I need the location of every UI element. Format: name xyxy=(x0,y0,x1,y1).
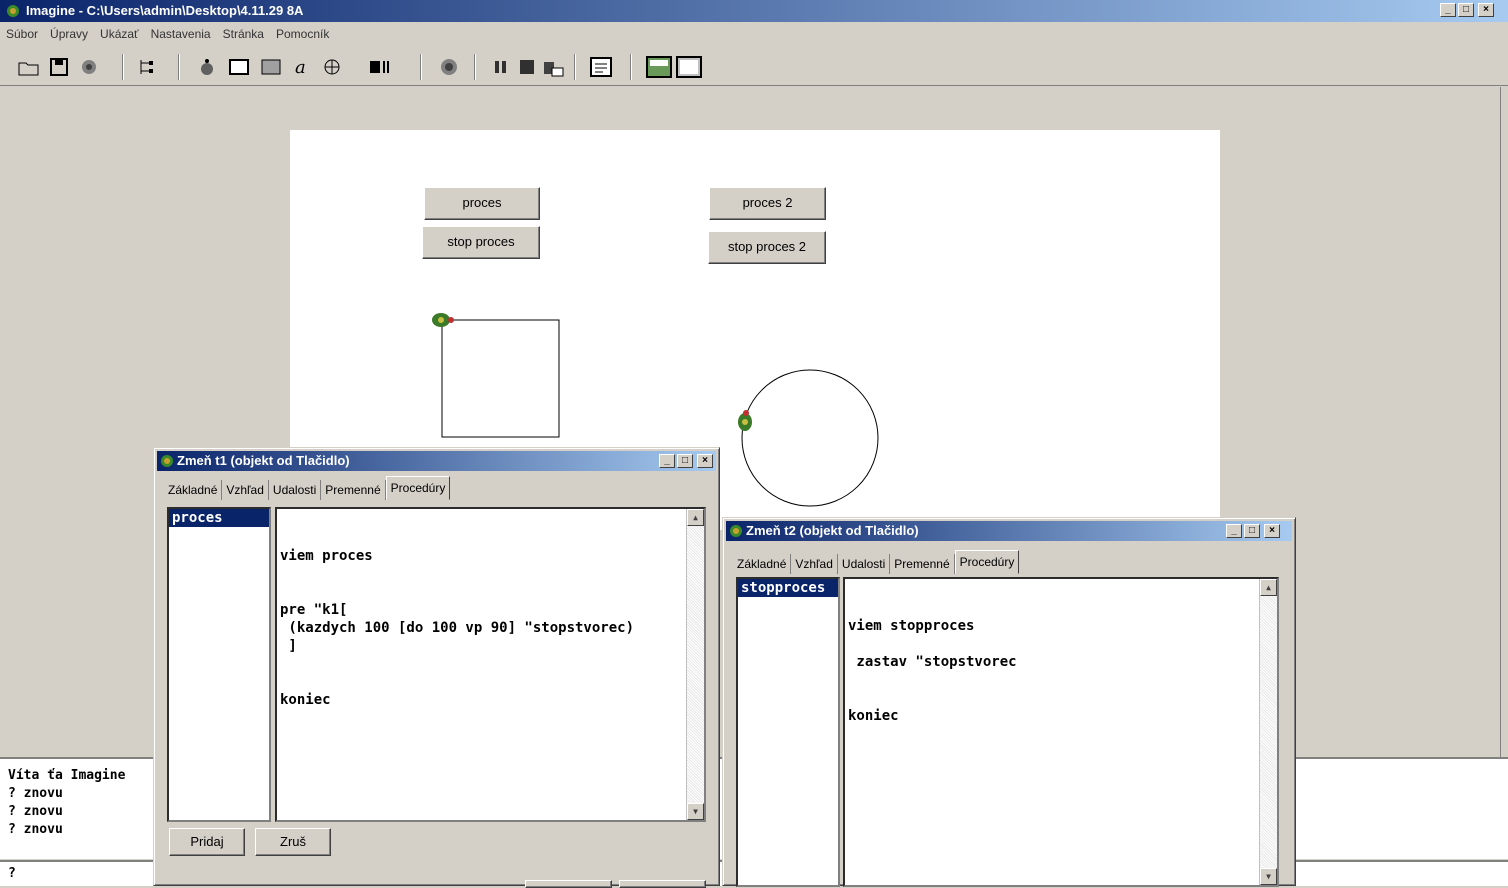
minimize-button[interactable]: _ xyxy=(659,454,675,468)
close-button[interactable]: × xyxy=(1264,524,1280,538)
minimize-button[interactable]: _ xyxy=(1226,524,1242,538)
turtle-icon[interactable] xyxy=(76,54,102,80)
scroll-up-arrow-icon[interactable]: ▲ xyxy=(687,509,704,526)
page-properties-icon[interactable] xyxy=(588,54,614,80)
workspace-scrollbar[interactable] xyxy=(1500,87,1508,757)
toolbar: a xyxy=(0,48,1508,86)
tab-premenne[interactable]: Premenné xyxy=(321,480,386,500)
window-title: Imagine - C:\Users\admin\Desktop\4.11.29… xyxy=(26,3,304,18)
toolbar-separator xyxy=(574,54,576,80)
tab-vzhlad[interactable]: Vzhľad xyxy=(222,480,269,500)
stop-icon[interactable] xyxy=(514,54,540,80)
run-icon[interactable] xyxy=(540,54,566,80)
tree-icon[interactable] xyxy=(134,54,160,80)
menu-stranka[interactable]: Stránka xyxy=(217,24,270,44)
dialog-title-bar: Zmeň t2 (objekt od Tlačidlo) _ □ × xyxy=(726,521,1292,541)
scroll-up-arrow-icon[interactable]: ▲ xyxy=(1260,579,1277,596)
dialog-title-bar: Zmeň t1 (objekt od Tlačidlo) _ □ × xyxy=(157,451,716,471)
procedure-code-editor[interactable]: viem stopproces zastav "stopstvorec koni… xyxy=(843,577,1279,887)
page-view-icon[interactable] xyxy=(676,54,702,80)
procedure-item-stopproces[interactable]: stopproces xyxy=(738,579,838,597)
tab-vzhlad[interactable]: Vzhľad xyxy=(791,554,838,574)
code-scrollbar[interactable]: ▲ ▼ xyxy=(1259,579,1277,885)
layout-view-icon[interactable] xyxy=(646,54,672,80)
media-icon[interactable] xyxy=(366,54,392,80)
new-panel-icon[interactable] xyxy=(258,54,284,80)
dialog-title: Zmeň t2 (objekt od Tlačidlo) xyxy=(746,523,919,538)
procedure-item-proces[interactable]: proces xyxy=(169,509,269,527)
tab-zakladne[interactable]: Základné xyxy=(733,554,792,574)
svg-text:a: a xyxy=(295,57,306,77)
menu-ukazat[interactable]: Ukázať xyxy=(94,24,145,44)
dialog-tabs: Základné Vzhľad Udalosti Premenné Proced… xyxy=(164,476,451,500)
tab-premenne[interactable]: Premenné xyxy=(890,554,955,574)
code-text: viem stopproces zastav "stopstvorec koni… xyxy=(848,618,1017,724)
menu-subor[interactable]: Súbor xyxy=(0,24,44,44)
drawn-square xyxy=(441,319,560,438)
new-turtle-icon[interactable] xyxy=(194,54,220,80)
close-button[interactable]: × xyxy=(697,454,713,468)
toolbar-separator xyxy=(420,54,422,80)
menu-nastavenia[interactable]: Nastavenia xyxy=(145,24,217,44)
add-button[interactable]: Pridaj xyxy=(169,828,245,856)
maximize-button[interactable]: □ xyxy=(1458,3,1474,17)
minimize-button[interactable]: _ xyxy=(1440,3,1456,17)
toolbar-separator xyxy=(630,54,632,80)
scroll-down-arrow-icon[interactable]: ▼ xyxy=(1260,868,1277,885)
procedure-list[interactable]: stopproces xyxy=(736,577,840,887)
cancel-button[interactable]: Zruš xyxy=(255,828,331,856)
toolbar-separator xyxy=(122,54,124,80)
menu-upravy[interactable]: Úpravy xyxy=(44,24,94,44)
toolbar-separator xyxy=(474,54,476,80)
tab-procedury[interactable]: Procedúry xyxy=(954,550,1020,574)
dialog-tabs: Základné Vzhľad Udalosti Premenné Proced… xyxy=(733,550,1020,574)
ok-button[interactable] xyxy=(525,880,612,888)
procedure-code-editor[interactable]: viem proces pre "k1[ (kazdych 100 [do 10… xyxy=(275,507,706,822)
tab-udalosti[interactable]: Udalosti xyxy=(838,554,891,574)
new-button-icon[interactable] xyxy=(226,54,252,80)
code-scrollbar[interactable]: ▲ ▼ xyxy=(686,509,704,820)
drawn-circle xyxy=(741,369,879,507)
tab-zakladne[interactable]: Základné xyxy=(164,480,223,500)
pause-icon[interactable] xyxy=(488,54,514,80)
dialog-title: Zmeň t1 (objekt od Tlačidlo) xyxy=(177,453,350,468)
slider-icon[interactable] xyxy=(316,54,342,80)
imagine-turtle-icon xyxy=(730,525,742,537)
turtle-2-icon[interactable] xyxy=(738,410,752,431)
open-folder-icon[interactable] xyxy=(16,54,42,80)
run-turtle-icon[interactable] xyxy=(436,54,462,80)
code-text: viem proces pre "k1[ (kazdych 100 [do 10… xyxy=(280,548,635,708)
menu-bar: Súbor Úpravy Ukázať Nastavenia Stránka Pomocn… xyxy=(0,24,1508,46)
imagine-turtle-icon xyxy=(7,5,19,17)
main-title-bar: Imagine - C:\Users\admin\Desktop\4.11.29… xyxy=(0,0,1508,22)
edit-t1-dialog: Zmeň t1 (objekt od Tlačidlo) _ □ × Zákla… xyxy=(153,447,720,888)
tab-procedury[interactable]: Procedúry xyxy=(385,476,451,500)
save-icon[interactable] xyxy=(46,54,72,80)
procedure-list[interactable]: proces xyxy=(167,507,271,822)
close-dialog-button[interactable] xyxy=(619,880,706,888)
scroll-down-arrow-icon[interactable]: ▼ xyxy=(687,803,704,820)
edit-t2-dialog: Zmeň t2 (objekt od Tlačidlo) _ □ × Zákla… xyxy=(722,517,1296,887)
imagine-turtle-icon xyxy=(161,455,173,467)
menu-pomocnik[interactable]: Pomocník xyxy=(270,24,335,44)
close-button[interactable]: × xyxy=(1478,3,1494,17)
maximize-button[interactable]: □ xyxy=(1244,524,1260,538)
toolbar-separator xyxy=(178,54,180,80)
new-text-icon[interactable]: a xyxy=(290,54,316,80)
tab-udalosti[interactable]: Udalosti xyxy=(269,480,322,500)
turtle-1-icon[interactable] xyxy=(432,313,454,327)
maximize-button[interactable]: □ xyxy=(677,454,693,468)
